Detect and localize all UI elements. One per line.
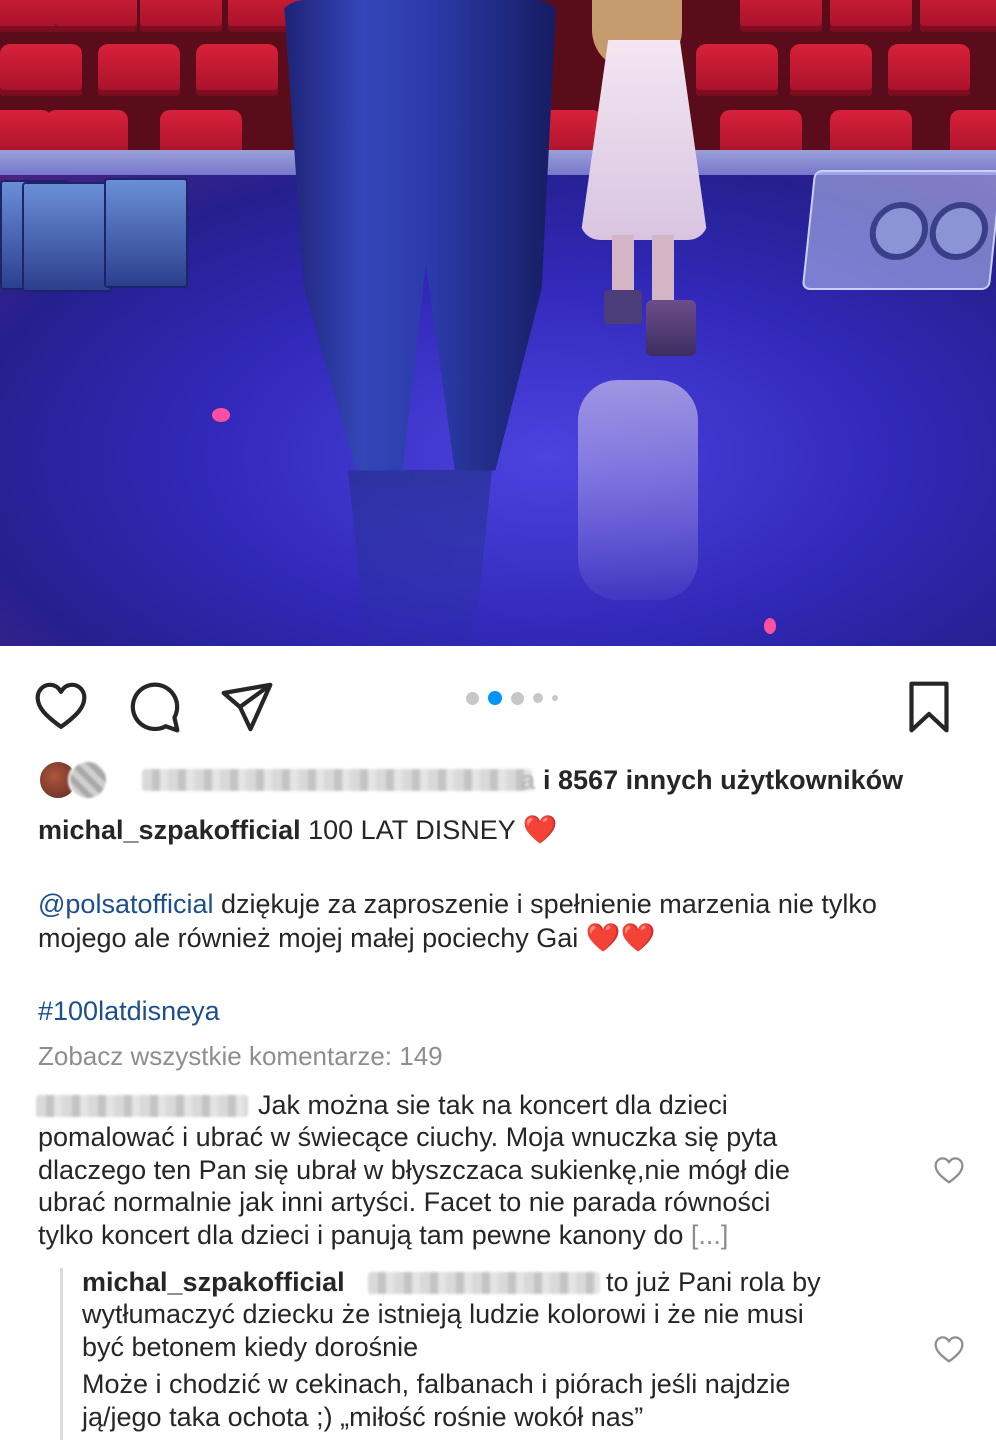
child-reflection: [578, 380, 698, 600]
confetti: [212, 408, 230, 422]
amplifier: [22, 182, 112, 292]
bookmark-icon[interactable]: [900, 678, 958, 736]
carousel-dot: [466, 691, 479, 705]
mention-link[interactable]: @polsatofficial: [38, 889, 214, 919]
more-link[interactable]: [...]: [691, 1220, 729, 1250]
caption-line: @polsatofficial dziękuje za zaproszenie …: [38, 888, 877, 921]
reply-text: wytłumaczyć dziecku że istnieją ludzie k…: [82, 1299, 804, 1329]
comment-like-heart-icon[interactable]: [933, 1155, 965, 1187]
amplifier: [104, 178, 188, 288]
reply-author-username[interactable]: michal_szpakofficial: [82, 1267, 345, 1297]
carousel-dot-active: [488, 691, 502, 705]
likes-summary[interactable]: a i 8567 innych użytkowników: [38, 760, 903, 800]
comment-text: dlaczego ten Pan się ubrał w błyszczaca …: [38, 1155, 790, 1185]
carousel-dot: [552, 695, 558, 701]
blurred-username: [142, 769, 532, 791]
hashtag-line: #100latdisneya: [38, 995, 220, 1028]
view-all-comments-link[interactable]: Zobacz wszystkie komentarze: 149: [38, 1041, 443, 1072]
comment-text: tylko koncert dla dzieci i panują tam pe…: [38, 1220, 684, 1250]
hashtag-link[interactable]: #100latdisneya: [38, 996, 220, 1026]
reply-text: ją/jego taka ochota ;) „miłość rośnie wo…: [82, 1402, 644, 1432]
reply-first-line: michal_szpakofficial: [82, 1266, 345, 1299]
comment-text: ubrać normalnie jak inni artyści. Facet …: [38, 1187, 771, 1217]
comment-text: pomalować i ubrać w świecące ciuchy. Moj…: [38, 1122, 778, 1152]
avatar: [68, 760, 108, 800]
caption-text: dziękuje za zaproszenie i spełnienie mar…: [221, 889, 877, 919]
author-username[interactable]: michal_szpakofficial: [38, 815, 301, 845]
reply-like-heart-icon[interactable]: [933, 1334, 965, 1366]
heart-outline-icon[interactable]: [32, 678, 90, 736]
reply-text: Może i chodzić w cekinach, falbanach i p…: [82, 1369, 791, 1399]
stage-monitor-speaker: [801, 170, 996, 290]
comment-text: Jak można sie tak na koncert dla dzieci: [258, 1090, 728, 1120]
carousel-dot: [511, 691, 524, 705]
reply-thread-line: [60, 1268, 63, 1440]
comment-text-last: tylko koncert dla dzieci i panują tam pe…: [38, 1219, 728, 1252]
caption-header: michal_szpakofficial 100 LAT DISNEY ❤️: [38, 813, 558, 847]
blurred-mentioned-username: [368, 1272, 600, 1294]
caption-line: mojego ale również mojej małej pociechy …: [38, 921, 656, 955]
blurred-commenter-username[interactable]: [36, 1095, 248, 1117]
reply-text: być betonem kiedy dorośnie: [82, 1332, 419, 1362]
red-heart-emoji: ❤️❤️: [585, 921, 656, 954]
child-figure: [572, 0, 712, 360]
confetti: [764, 618, 776, 634]
red-heart-emoji: ❤️: [522, 813, 558, 846]
liker-avatars: [38, 760, 114, 800]
caption-title: 100 LAT DISNEY: [308, 815, 516, 845]
paper-plane-icon[interactable]: [218, 678, 276, 736]
likes-count-text[interactable]: i 8567 innych użytkowników: [543, 765, 903, 796]
blurred-fragment: a: [520, 764, 536, 795]
post-photo[interactable]: [0, 0, 996, 646]
caption-text: mojego ale również mojej małej pociechy …: [38, 923, 579, 953]
carousel-indicator: [466, 690, 558, 706]
carousel-dot: [533, 693, 543, 703]
comment-bubble-icon[interactable]: [125, 678, 183, 736]
reply-text: to już Pani rola by: [606, 1267, 821, 1297]
